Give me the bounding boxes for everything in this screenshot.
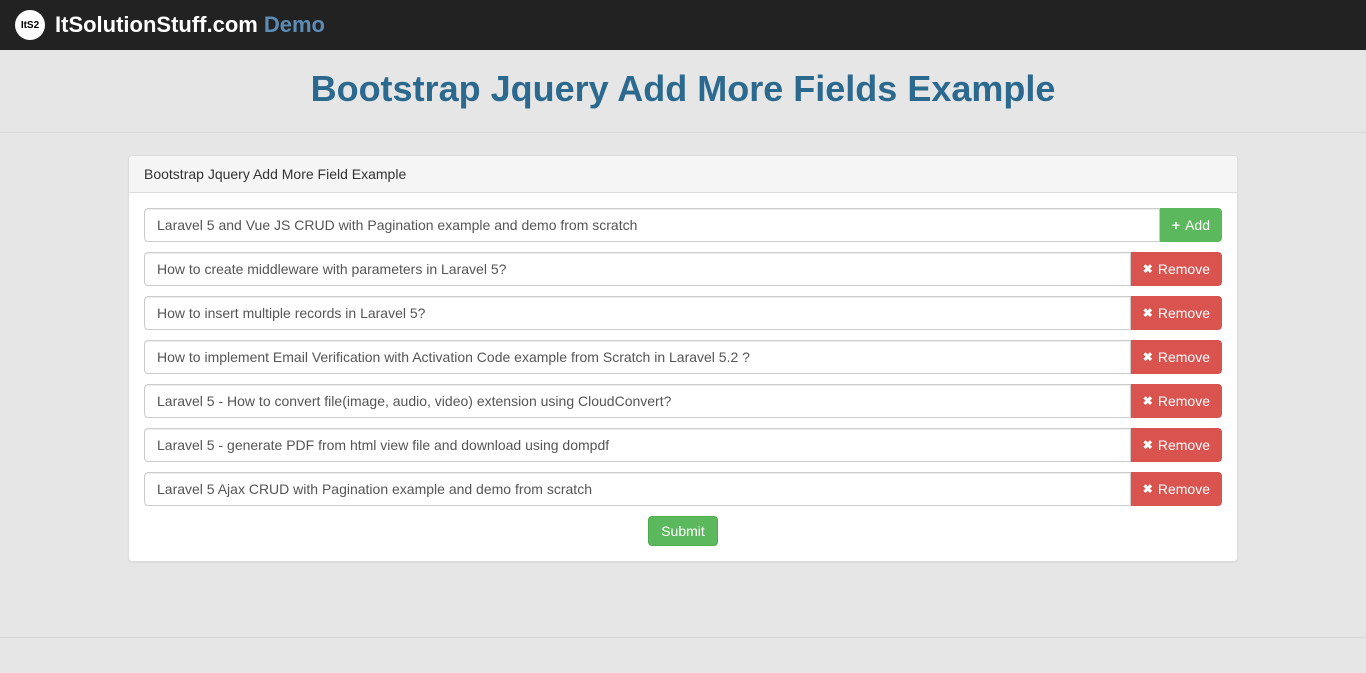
field-row: ✖ Remove (144, 296, 1222, 330)
submit-button[interactable]: Submit (648, 516, 718, 546)
brand-demo[interactable]: Demo (264, 12, 325, 38)
field-input[interactable] (144, 296, 1131, 330)
field-input[interactable] (144, 472, 1131, 506)
field-row: ✖ Remove (144, 472, 1222, 506)
remove-button-label: Remove (1158, 305, 1210, 321)
close-icon: ✖ (1143, 350, 1153, 364)
add-button[interactable]: + Add (1160, 208, 1222, 242)
panel-heading: Bootstrap Jquery Add More Field Example (129, 156, 1237, 193)
add-button-label: Add (1185, 217, 1210, 233)
plus-icon: + (1172, 217, 1180, 233)
remove-button-label: Remove (1158, 261, 1210, 277)
remove-button[interactable]: ✖ Remove (1131, 472, 1222, 506)
close-icon: ✖ (1143, 394, 1153, 408)
field-row: ✖ Remove (144, 428, 1222, 462)
field-input[interactable] (144, 428, 1131, 462)
main-container: Bootstrap Jquery Add More Field Example … (113, 155, 1253, 602)
remove-button[interactable]: ✖ Remove (1131, 252, 1222, 286)
page-title: Bootstrap Jquery Add More Fields Example (0, 68, 1366, 110)
submit-wrap: Submit (144, 516, 1222, 546)
close-icon: ✖ (1143, 438, 1153, 452)
close-icon: ✖ (1143, 306, 1153, 320)
field-row: + Add (144, 208, 1222, 242)
field-row: ✖ Remove (144, 384, 1222, 418)
field-row: ✖ Remove (144, 252, 1222, 286)
field-input[interactable] (144, 208, 1160, 242)
panel: Bootstrap Jquery Add More Field Example … (128, 155, 1238, 562)
page-title-section: Bootstrap Jquery Add More Fields Example (0, 50, 1366, 133)
close-icon: ✖ (1143, 482, 1153, 496)
remove-button-label: Remove (1158, 437, 1210, 453)
remove-button-label: Remove (1158, 349, 1210, 365)
close-icon: ✖ (1143, 262, 1153, 276)
brand-name[interactable]: ItSolutionStuff.com (55, 12, 258, 38)
field-input[interactable] (144, 340, 1131, 374)
field-input[interactable] (144, 252, 1131, 286)
panel-body: +Add✖Remove✖Remove✖Remove✖Remove✖Remove✖… (129, 193, 1237, 561)
footer-separator (0, 637, 1366, 638)
remove-button-label: Remove (1158, 481, 1210, 497)
logo-icon: ItS2 (15, 10, 45, 40)
remove-button[interactable]: ✖ Remove (1131, 428, 1222, 462)
field-input[interactable] (144, 384, 1131, 418)
remove-button[interactable]: ✖ Remove (1131, 384, 1222, 418)
remove-button[interactable]: ✖ Remove (1131, 296, 1222, 330)
navbar: ItS2 ItSolutionStuff.com Demo (0, 0, 1366, 50)
field-row: ✖ Remove (144, 340, 1222, 374)
remove-button[interactable]: ✖ Remove (1131, 340, 1222, 374)
remove-button-label: Remove (1158, 393, 1210, 409)
